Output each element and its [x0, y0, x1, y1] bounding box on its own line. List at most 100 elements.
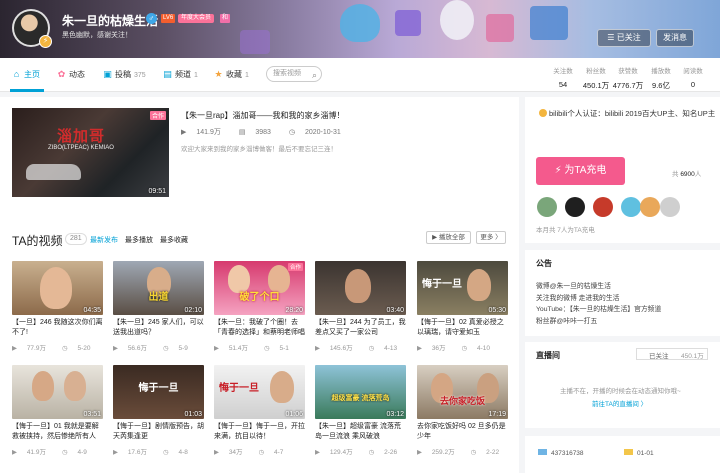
video-card[interactable]: 悔于一旦 01:06 【悔于一旦】悔于一旦，开拉来满，抗目以待！ ▶ 34万 ◷ …: [214, 365, 305, 456]
video-card[interactable]: 04:35 【一旦】246 我随这次你们离不了! ▶ 77.9万 ◷ 5-20: [12, 261, 103, 352]
clock-icon: ◷: [258, 449, 267, 456]
video-title[interactable]: 【悔于一旦】剧情版预告，胡天芮集逢更: [113, 422, 204, 442]
level-badge: LV6: [161, 14, 176, 23]
video-thumbnail[interactable]: 03:51: [12, 365, 103, 419]
video-card[interactable]: 悔于一旦 05:30 【悔于一旦】02 真爱必授之以璃瑞，请守爱如玉 ▶ 36万…: [417, 261, 508, 352]
avatar[interactable]: ⚡: [12, 9, 52, 48]
video-card[interactable]: 03:51 【悔于一旦】01 我就是要解救被挟持，然后惨绝所有人 ▶ 41.9万…: [12, 365, 103, 456]
video-card[interactable]: 03:40 【朱一旦】244 为了员工，我差点又买了一家公司 ▶ 145.6万 ◷…: [315, 261, 406, 352]
dynamic-icon: ✿: [57, 69, 66, 79]
video-date: 5-20: [77, 345, 91, 352]
play-icon: ▶: [417, 449, 424, 456]
video-title[interactable]: 【一旦】246 我随这次你们离不了!: [12, 318, 103, 338]
thumb-caption: 出道: [148, 292, 169, 303]
sort-most-fav[interactable]: 最多收藏: [160, 235, 188, 245]
message-button[interactable]: 发消息: [656, 29, 694, 47]
video-thumbnail[interactable]: 悔于一旦 05:30: [417, 261, 508, 315]
uid-value: 437316738: [551, 450, 584, 457]
follow-button[interactable]: ☰ 已关注: [597, 29, 651, 47]
play-icon: ▶: [12, 449, 19, 456]
video-title[interactable]: 去你家吃饭好吗 02 旦多仍是少年: [417, 422, 508, 442]
thumb-caption: 超级富豪 流落荒岛: [331, 395, 390, 402]
tab-contrib[interactable]: ▣ 投稿 375: [103, 69, 145, 80]
clock-icon: ◷: [461, 345, 470, 352]
sort-latest[interactable]: 最新发布: [90, 235, 118, 245]
sort-most-played[interactable]: 最多播放: [125, 235, 153, 245]
video-meta: ▶ 51.4万 ◷ 5-1: [214, 342, 305, 352]
video-thumbnail[interactable]: 超级富豪 流落荒岛 03:12: [315, 365, 406, 419]
video-thumbnail[interactable]: 悔于一旦 01:03: [113, 365, 204, 419]
play-all-button[interactable]: ▶ 播放全部: [426, 231, 471, 244]
search-placeholder: 搜索视频: [273, 70, 301, 77]
video-meta: ▶ 17.6万 ◷ 4-8: [113, 446, 204, 456]
stat-following[interactable]: 关注数 54: [547, 65, 579, 89]
tab-underline: [10, 89, 44, 92]
car-image: [26, 164, 81, 180]
clock-icon: ◷: [263, 345, 272, 352]
fan-avatar[interactable]: [660, 197, 680, 217]
banner-decor: [486, 14, 514, 42]
video-card[interactable]: 出道 02:10 【朱一旦】245 家人们，可以送我出道吗？ ▶ 56.6万 ◷ …: [113, 261, 204, 352]
video-plays: 56.6万: [127, 345, 147, 352]
video-title[interactable]: 【朱一旦：我破了个圈！去「青春的选择」和蔡明老师唱嗨: [214, 318, 305, 338]
thumb-caption: 悔于一旦: [422, 279, 462, 290]
more-button[interactable]: 更多 〉: [476, 231, 506, 244]
video-thumbnail[interactable]: 03:40: [315, 261, 406, 315]
video-title[interactable]: 【悔于一旦】02 真爱必授之以璃瑞，请守爱如玉: [417, 318, 508, 338]
fan-avatar[interactable]: [537, 197, 557, 217]
video-plays: 129.4万: [329, 449, 353, 456]
search-input[interactable]: 搜索视频 ⌕: [266, 66, 322, 82]
charge-count-prefix: 共: [672, 171, 679, 178]
video-card[interactable]: 超级富豪 流落荒岛 03:12 【朱一旦】超级富豪 流落荒岛一旦流浪 乘风破浪 …: [315, 365, 406, 456]
fan-avatar[interactable]: [565, 197, 585, 217]
thumb-caption: 破了个口: [239, 292, 280, 303]
clock-icon: ◷: [61, 449, 70, 456]
fan-avatar[interactable]: [621, 197, 641, 217]
notice-line: 关注我的微博 走进我的生活: [536, 294, 620, 302]
play-icon: ▶: [214, 449, 221, 456]
featured-thumb-title: 淄加哥: [57, 128, 106, 145]
play-icon: ▶: [315, 449, 322, 456]
video-thumbnail[interactable]: 去你家吃饭 17:19: [417, 365, 508, 419]
notice-content: 微博@朱一旦的枯燥生活 关注我的微博 走进我的生活 YouTube：【朱一旦的枯…: [536, 281, 661, 327]
tab-fav[interactable]: ★ 收藏 1: [214, 69, 248, 80]
video-card[interactable]: 悔于一旦 01:03 【悔于一旦】剧情版预告，胡天芮集逢更 ▶ 17.6万 ◷ 4…: [113, 365, 204, 456]
play-icon: ▶: [417, 345, 424, 352]
live-tab-following[interactable]: 已关注: [649, 350, 669, 360]
video-duration: 09:51: [148, 188, 166, 195]
video-card[interactable]: 去你家吃饭 17:19 去你家吃饭好吗 02 旦多仍是少年 ▶ 259.2万 ◷ …: [417, 365, 508, 456]
star-icon: ★: [214, 69, 223, 79]
medal-badge: 和: [220, 14, 230, 23]
featured-video-thumbnail[interactable]: 淄加哥 ZIBO(LTPEAC) KEMIAO 合作 09:51: [12, 108, 169, 197]
video-thumbnail[interactable]: 破了个口 合作 28:20: [214, 261, 305, 315]
fan-avatar[interactable]: [640, 197, 660, 217]
video-duration: 28:20: [285, 307, 303, 314]
video-title[interactable]: 【悔于一旦】01 我就是要解救被挟持，然后惨绝所有人: [12, 422, 103, 442]
search-icon[interactable]: ⌕: [312, 68, 317, 82]
clock-icon: ◷: [162, 345, 171, 352]
video-meta: ▶ 36万 ◷ 4-10: [417, 342, 508, 352]
stat-fans[interactable]: 粉丝数 450.1万: [580, 65, 612, 91]
username: 朱一旦的枯燥生活: [62, 14, 159, 28]
video-card[interactable]: 破了个口 合作 28:20 【朱一旦：我破了个圈！去「青春的选择」和蔡明老师唱嗨…: [214, 261, 305, 352]
video-title[interactable]: 【悔于一旦】悔于一旦，开拉来满，抗目以待！: [214, 422, 305, 442]
video-title[interactable]: 【朱一旦】244 为了员工，我差点又买了一家公司: [315, 318, 406, 338]
tab-channel[interactable]: ▤ 频道 1: [163, 69, 198, 80]
tab-channel-label: 频道: [175, 70, 191, 79]
featured-thumb-subtitle: ZIBO(LTPEAC) KEMIAO: [48, 145, 114, 151]
featured-video-title[interactable]: 【朱一旦rap】淄加哥——我和我的家乡淄博！: [181, 110, 345, 121]
tab-dynamic[interactable]: ✿ 动态: [57, 69, 85, 80]
video-duration: 04:35: [83, 307, 101, 314]
video-title[interactable]: 【朱一旦】245 家人们，可以送我出道吗？: [113, 318, 204, 338]
video-title[interactable]: 【朱一旦】超级富豪 流落荒岛一旦流浪 乘风破浪: [315, 422, 406, 442]
menu-icon: ☰: [607, 33, 617, 42]
tab-home[interactable]: ⌂ 主页: [12, 69, 40, 80]
video-thumbnail[interactable]: 悔于一旦 01:06: [214, 365, 305, 419]
video-thumbnail[interactable]: 04:35: [12, 261, 103, 315]
live-room-link[interactable]: 前往TA的直播间 〉: [592, 398, 647, 408]
charge-button[interactable]: ⚡ 为TA充电: [536, 157, 625, 185]
video-thumbnail[interactable]: 出道 02:10: [113, 261, 204, 315]
play-icon: ▶: [113, 345, 120, 352]
clock-icon: ◷: [368, 449, 377, 456]
fan-avatar[interactable]: [593, 197, 613, 217]
